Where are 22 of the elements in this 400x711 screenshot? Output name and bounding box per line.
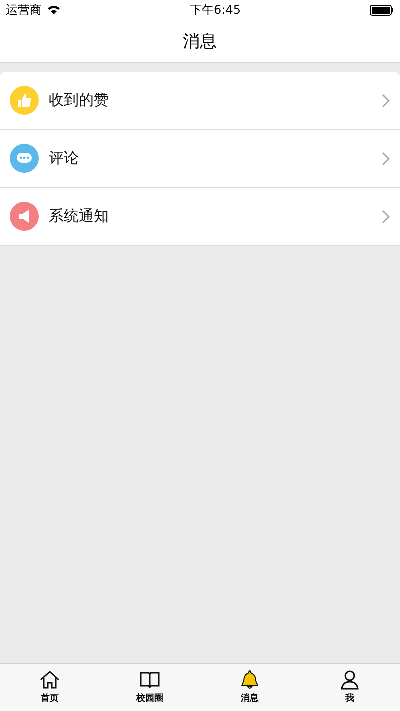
status-time: 下午6:45 (190, 2, 241, 18)
chevron-icon (382, 152, 390, 166)
chevron-icon (382, 94, 390, 108)
tab-bar-item[interactable]: 我 (300, 664, 400, 711)
tab-bar-item[interactable]: 校园圈 (100, 664, 200, 711)
message-category-row[interactable]: 系统通知 (0, 188, 400, 246)
page-title: 消息 (183, 30, 217, 52)
wifi-icon (47, 5, 61, 15)
bell-icon (239, 670, 261, 690)
book-icon (139, 670, 161, 690)
tab-bar-item[interactable]: 首页 (0, 664, 100, 711)
message-category-row[interactable]: 收到的赞 (0, 72, 400, 130)
category-label: 评论 (49, 149, 80, 168)
message-category-row[interactable]: 评论 (0, 130, 400, 188)
home-icon (39, 670, 61, 690)
battery-icon (370, 4, 394, 16)
carrier-name: 运营商 (6, 2, 42, 18)
category-label: 收到的赞 (49, 91, 110, 110)
chevron-icon (382, 210, 390, 224)
tab-bar-item[interactable]: 消息 (200, 664, 300, 711)
category-label: 系统通知 (49, 207, 110, 226)
person-icon (339, 670, 361, 690)
